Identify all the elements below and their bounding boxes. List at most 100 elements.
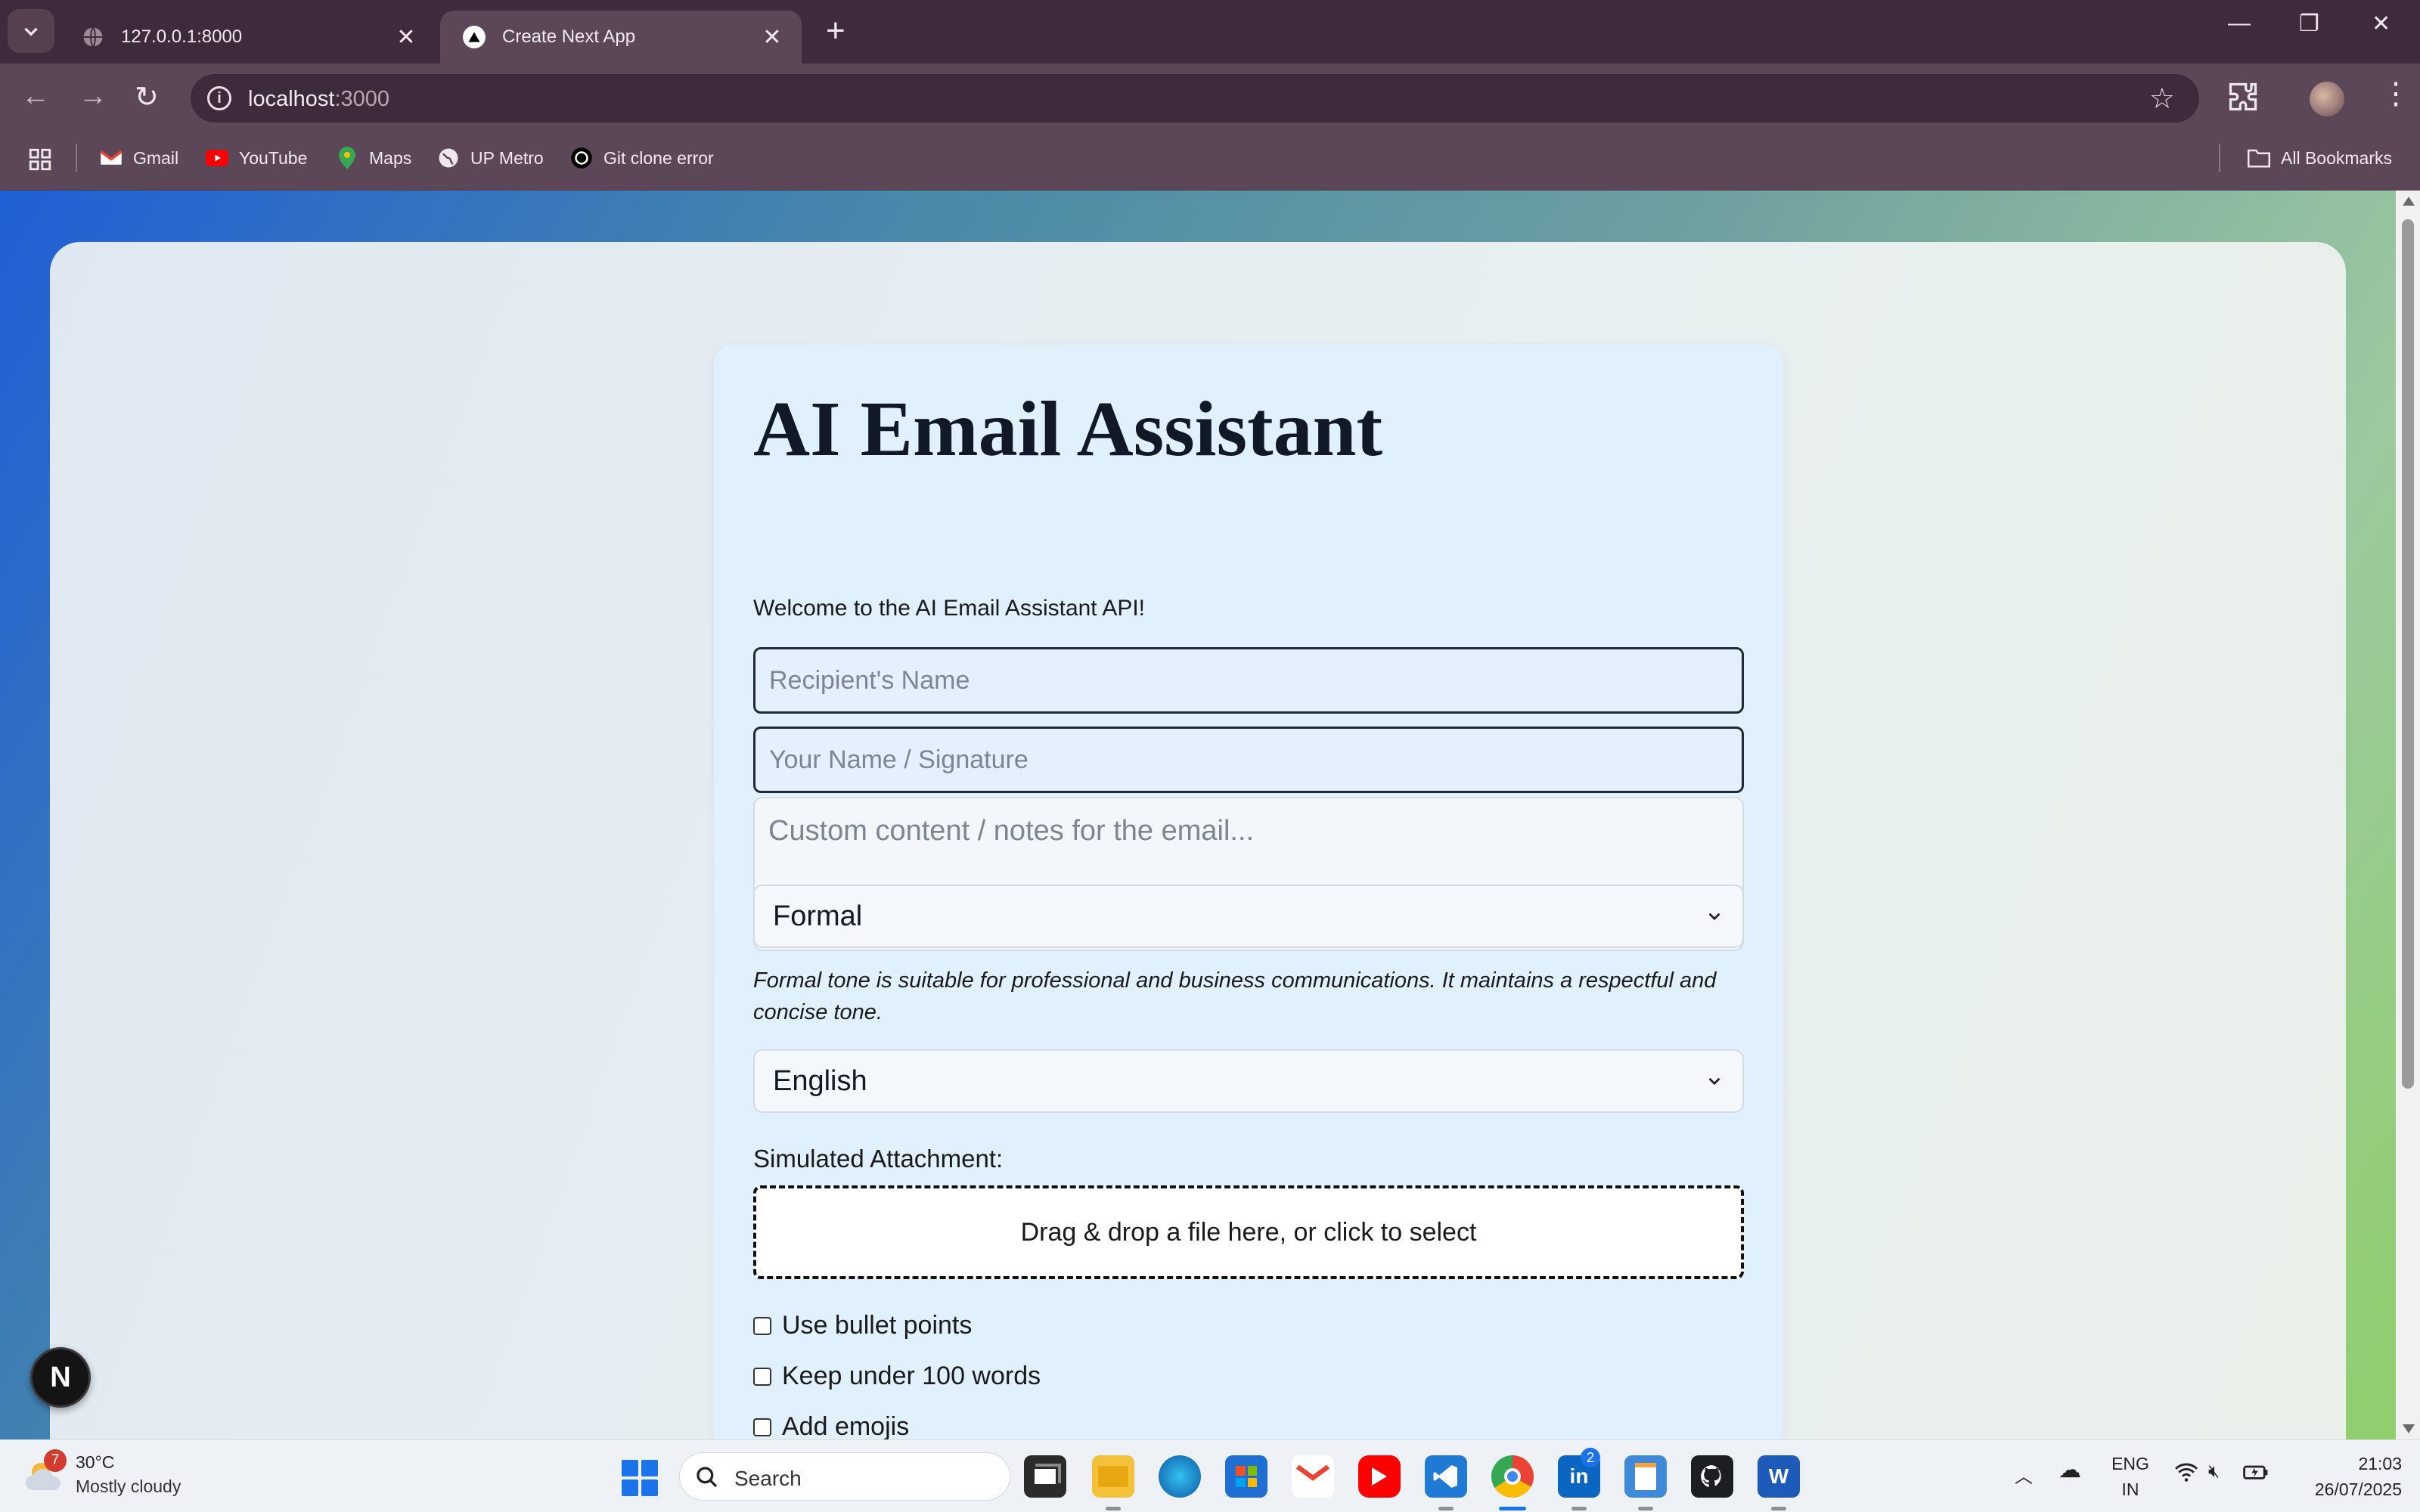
close-window-icon[interactable]: ✕ (2372, 11, 2391, 37)
running-indicator (1638, 1507, 1653, 1510)
tab-search-button[interactable] (8, 9, 54, 53)
bookmark-maps[interactable]: Maps (336, 147, 411, 169)
restore-icon[interactable]: ❐ (2299, 11, 2319, 37)
reload-icon[interactable]: ↻ (135, 80, 159, 114)
signature-input[interactable] (753, 727, 1744, 793)
nextjs-dev-indicator[interactable]: N (30, 1347, 91, 1408)
welcome-text: Welcome to the AI Email Assistant API! (753, 596, 1146, 621)
youtube-icon (206, 147, 228, 169)
option-label: Add emojis (782, 1412, 910, 1439)
openai-icon (570, 147, 593, 169)
chrome-icon[interactable] (1491, 1455, 1534, 1498)
bookmark-gmail[interactable]: Gmail (100, 147, 178, 169)
running-indicator (1571, 1507, 1587, 1510)
tone-selected-value: Formal (773, 900, 863, 932)
file-explorer-icon[interactable] (1092, 1455, 1134, 1498)
word-icon[interactable]: W (1758, 1455, 1800, 1498)
chevron-down-icon (1708, 912, 1720, 921)
bookmarks-divider (2219, 144, 2220, 172)
search-placeholder: Search (734, 1467, 802, 1490)
scrollbar-thumb[interactable] (2402, 219, 2414, 1089)
gmail-icon (100, 147, 123, 169)
chevron-down-icon (1708, 1077, 1720, 1086)
forward-icon[interactable]: → (79, 80, 107, 113)
page-viewport: AI Email Assistant Welcome to the AI Ema… (0, 191, 2420, 1439)
system-clock[interactable]: 21:03 26/07/2025 (2291, 1451, 2402, 1502)
checkbox[interactable] (753, 1367, 771, 1386)
github-desktop-icon[interactable] (1691, 1455, 1733, 1498)
apps-grid-icon[interactable] (27, 147, 53, 172)
file-dropzone[interactable]: Drag & drop a file here, or click to sel… (753, 1185, 1744, 1279)
tone-select[interactable]: Formal (753, 885, 1744, 948)
language-select[interactable]: English (753, 1049, 1744, 1113)
kebab-menu-icon[interactable]: ⋮ (2381, 79, 2411, 109)
search-icon (697, 1467, 718, 1488)
windows-start-icon[interactable] (622, 1460, 658, 1496)
scroll-up-arrow-icon[interactable] (2403, 197, 2415, 206)
weather-description[interactable]: Mostly cloudy (76, 1476, 181, 1497)
input-language[interactable]: ENG IN (2111, 1451, 2149, 1502)
new-tab-button[interactable]: + (826, 14, 845, 48)
all-bookmarks-folder[interactable]: All Bookmarks (2248, 147, 2392, 169)
bookmarks-divider (76, 144, 77, 172)
edge-browser-icon[interactable] (1159, 1455, 1201, 1498)
bookmark-git-clone-error[interactable]: Git clone error (570, 147, 714, 169)
globe-icon (437, 147, 460, 169)
youtube-app-icon[interactable] (1358, 1455, 1401, 1498)
bookmarks-bar: Gmail YouTube Maps UP Metro Git clone er… (0, 132, 2420, 191)
minimize-icon[interactable]: — (2228, 11, 2251, 36)
weather-alert-badge: 7 (44, 1449, 67, 1472)
tab-title: Create Next App (502, 26, 636, 47)
taskbar-search[interactable]: Search (679, 1452, 1010, 1501)
dropzone-text: Drag & drop a file here, or click to sel… (1020, 1217, 1477, 1247)
close-tab-icon[interactable]: ✕ (761, 24, 783, 51)
scroll-down-arrow-icon[interactable] (2403, 1424, 2415, 1433)
back-icon[interactable]: ← (21, 80, 50, 113)
show-hidden-icons-chevron[interactable]: ︿ (2015, 1461, 2033, 1488)
option-label: Keep under 100 words (782, 1362, 1041, 1390)
option-label: Use bullet points (782, 1311, 973, 1340)
option-add-emojis[interactable]: Add emojis (753, 1412, 909, 1439)
email-form-panel: AI Email Assistant Welcome to the AI Ema… (714, 345, 1783, 1439)
extensions-puzzle-icon[interactable] (2226, 80, 2260, 113)
battery-charging-icon[interactable] (2243, 1461, 2269, 1488)
weather-temperature[interactable]: 30°C (76, 1452, 114, 1473)
wifi-icon[interactable] (2173, 1461, 2199, 1488)
nextjs-triangle-icon (463, 26, 486, 48)
page-title: AI Email Assistant (753, 386, 1383, 472)
running-indicator (1106, 1507, 1121, 1510)
close-tab-icon[interactable]: ✕ (395, 24, 417, 51)
address-bar[interactable]: i localhost:3000 ☆ (191, 74, 2199, 122)
bookmark-youtube[interactable]: YouTube (206, 147, 307, 169)
tab-localhost-8000[interactable]: 127.0.0.1:8000 ✕ (59, 11, 436, 64)
microsoft-store-icon[interactable] (1225, 1455, 1267, 1498)
volume-muted-icon[interactable]: 🔇︎ (2208, 1461, 2220, 1483)
gmail-app-icon[interactable] (1292, 1455, 1334, 1498)
site-info-icon[interactable]: i (207, 86, 231, 110)
vscode-icon[interactable] (1425, 1455, 1467, 1498)
option-under-100-words[interactable]: Keep under 100 words (753, 1362, 1041, 1391)
task-view-icon[interactable] (1024, 1455, 1066, 1498)
profile-avatar[interactable] (2310, 82, 2344, 116)
bookmark-star-icon[interactable]: ☆ (2149, 82, 2175, 116)
language-selected-value: English (773, 1064, 867, 1097)
option-bullet-points[interactable]: Use bullet points (753, 1311, 972, 1340)
url-text: localhost:3000 (248, 87, 390, 111)
recipient-name-input[interactable] (753, 647, 1744, 714)
tab-strip: 127.0.0.1:8000 ✕ Create Next App ✕ + — ❐… (0, 0, 2420, 64)
onedrive-warning-icon[interactable]: ☁ (2059, 1457, 2081, 1483)
browser-toolbar: ← → ↻ i localhost:3000 ☆ (0, 64, 2420, 132)
chevron-down-icon (24, 27, 38, 36)
checkbox[interactable] (753, 1316, 771, 1335)
tab-create-next-app[interactable]: Create Next App ✕ (440, 11, 802, 64)
folder-icon (2248, 147, 2270, 169)
vertical-scrollbar[interactable] (2396, 191, 2420, 1439)
bookmark-up-metro[interactable]: UP Metro (437, 147, 544, 169)
notepad-icon[interactable] (1624, 1455, 1667, 1498)
running-indicator (1438, 1507, 1454, 1510)
windows-taskbar: 7 30°C Mostly cloudy Search in 2 W ︿ ☁ E… (0, 1439, 2420, 1512)
checkbox[interactable] (753, 1418, 771, 1436)
maps-pin-icon (336, 147, 358, 169)
page-container: AI Email Assistant Welcome to the AI Ema… (50, 242, 2346, 1439)
attachment-label: Simulated Attachment: (753, 1145, 1004, 1173)
